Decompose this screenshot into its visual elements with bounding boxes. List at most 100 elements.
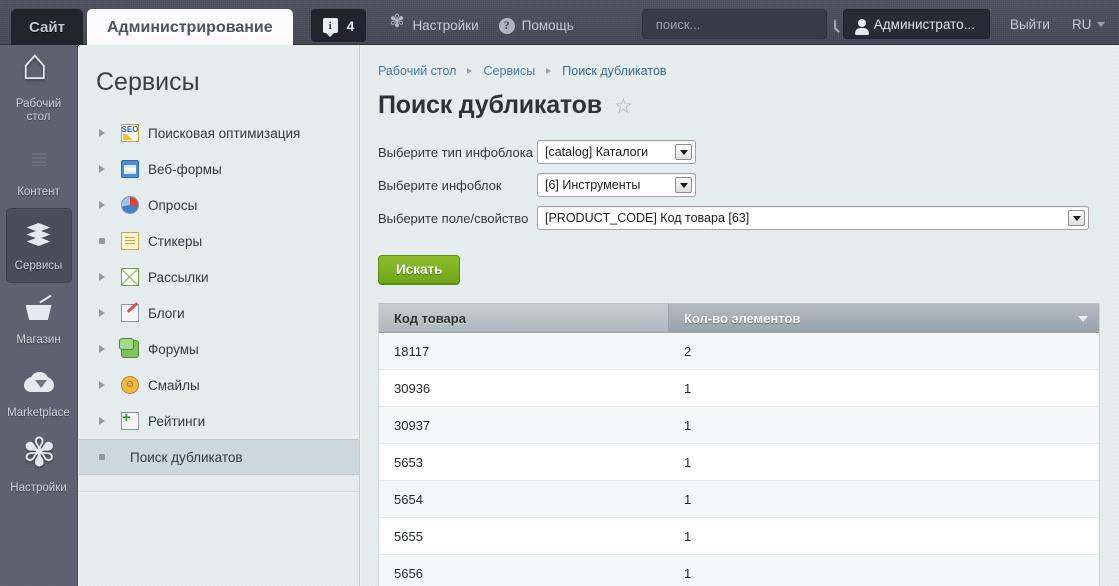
gear-icon: [389, 12, 405, 33]
rail-item-content-label: Контент: [17, 186, 60, 198]
rail-item-marketplace-label: Marketplace: [7, 407, 70, 419]
chevron-down-icon[interactable]: [1068, 210, 1085, 226]
tree-item-mailings[interactable]: Рассылки: [79, 259, 359, 295]
settings-link[interactable]: Настройки: [389, 9, 479, 42]
tree-item-label: Смайлы: [148, 377, 200, 393]
rail-item-settings-label: Настройки: [10, 482, 67, 494]
tree-title: Сервисы: [96, 68, 200, 96]
table-row[interactable]: 30937 1: [379, 407, 1099, 444]
cell-count: 1: [684, 565, 692, 581]
tree-item-blogs[interactable]: Блоги: [79, 295, 359, 331]
person-icon: [854, 18, 869, 35]
help-label: Помощь: [521, 18, 574, 33]
expander-arrow-icon[interactable]: [99, 201, 113, 209]
tab-admin[interactable]: Администрирование: [86, 9, 293, 46]
rail-item-services-label: Сервисы: [14, 260, 63, 272]
cell-count: 1: [684, 380, 692, 396]
table-header-row: Код товара Кол-во элементов: [379, 303, 1099, 333]
user-label: Администрато...: [873, 16, 975, 32]
page-title: Поиск дубликатов: [378, 91, 602, 119]
expander-arrow-icon[interactable]: [99, 417, 113, 425]
column-header-count[interactable]: Кол-во элементов: [669, 303, 1099, 333]
iblock-label: Выберите инфоблок: [378, 177, 502, 193]
expander-dot-icon: [99, 454, 113, 460]
tree-item-forums[interactable]: Форумы: [79, 331, 359, 367]
breadcrumb: Рабочий стол Сервисы Поиск дубликатов: [378, 64, 1119, 78]
tree-item-label: Веб-формы: [148, 161, 222, 177]
table-row[interactable]: 5656 1: [379, 555, 1099, 586]
chevron-down-icon[interactable]: [675, 177, 692, 193]
table-row[interactable]: 30936 1: [379, 370, 1099, 407]
iblock-value: [6] Инструменты: [545, 178, 641, 192]
breadcrumb-item-desktop[interactable]: Рабочий стол: [378, 64, 456, 78]
language-label: RU: [1071, 16, 1092, 32]
search-submit-button[interactable]: Искать: [378, 255, 461, 285]
cart-icon: [22, 297, 56, 327]
forum-bubbles-icon: [119, 338, 139, 358]
field-property-select[interactable]: [PRODUCT_CODE] Код товара [63]: [537, 206, 1089, 230]
rail-item-shop-label: Магазин: [16, 334, 61, 346]
blog-pencil-icon: [121, 304, 139, 322]
search-icon[interactable]: [833, 18, 836, 30]
settings-label: Настройки: [412, 18, 479, 33]
tree-item-stickers[interactable]: Стикеры: [79, 223, 359, 259]
breadcrumb-separator-icon: [546, 68, 552, 74]
tree-item-ratings[interactable]: Рейтинги: [79, 403, 359, 439]
notifications-button[interactable]: i 4: [310, 9, 367, 42]
rail-item-marketplace[interactable]: Marketplace: [0, 356, 77, 429]
tree-item-seo[interactable]: SEO Поисковая оптимизация: [79, 115, 359, 151]
info-icon: i: [322, 18, 338, 37]
table-row[interactable]: 5655 1: [379, 518, 1099, 555]
chevron-down-icon[interactable]: [675, 144, 692, 160]
cell-code: 30936: [394, 380, 431, 396]
duplicate-search-form: Выберите тип инфоблока [catalog] Каталог…: [378, 140, 1119, 230]
table-row[interactable]: 5654 1: [379, 481, 1099, 518]
rail-item-services[interactable]: Сервисы: [5, 208, 72, 283]
cell-code: 5655: [394, 528, 423, 544]
expander-dot-icon[interactable]: [99, 238, 113, 244]
iblock-select[interactable]: [6] Инструменты: [537, 173, 696, 197]
tree-item-label: Блоги: [148, 305, 185, 321]
tree-item-webforms[interactable]: Веб-формы: [79, 151, 359, 187]
rail-item-shop[interactable]: Магазин: [0, 283, 77, 356]
cell-code: 5654: [394, 491, 423, 507]
rail-item-desktop[interactable]: Рабочийстол: [0, 43, 77, 133]
logout-link[interactable]: Выйти: [1010, 9, 1050, 39]
expander-arrow-icon[interactable]: [99, 165, 113, 173]
rail-item-settings[interactable]: Настройки: [0, 429, 77, 504]
help-link[interactable]: ? Помощь: [498, 9, 574, 42]
layers-icon: [22, 223, 56, 253]
rail-item-content[interactable]: Контент: [0, 133, 77, 208]
search-box[interactable]: [641, 9, 836, 39]
poll-pie-icon: [121, 196, 139, 214]
gear-icon: [22, 433, 57, 475]
sort-desc-icon[interactable]: [1078, 316, 1088, 322]
table-row[interactable]: 18117 2: [379, 333, 1099, 370]
iblock-type-select[interactable]: [catalog] Каталоги: [537, 140, 696, 164]
search-input[interactable]: [653, 15, 834, 33]
breadcrumb-item-services[interactable]: Сервисы: [483, 64, 535, 78]
favorite-star-icon[interactable]: ☆: [614, 96, 633, 117]
table-row[interactable]: 5653 1: [379, 444, 1099, 481]
column-header-code[interactable]: Код товара: [379, 303, 669, 333]
tree-item-smiles[interactable]: ☺ Смайлы: [79, 367, 359, 403]
cell-count: 1: [684, 454, 692, 470]
tree-item-label: Рейтинги: [148, 413, 206, 429]
webform-icon: [121, 160, 139, 178]
expander-arrow-icon[interactable]: [99, 381, 113, 389]
tree-item-duplicate-search[interactable]: Поиск дубликатов: [79, 439, 359, 475]
expander-arrow-icon[interactable]: [99, 129, 113, 137]
cell-count: 1: [684, 417, 692, 433]
expander-arrow-icon[interactable]: [99, 273, 113, 281]
tree-item-polls[interactable]: Опросы: [79, 187, 359, 223]
form-row-field-property: Выберите поле/свойство [PRODUCT_CODE] Ко…: [378, 206, 1119, 230]
expander-arrow-icon[interactable]: [99, 309, 113, 317]
results-table: Код товара Кол-во элементов 18117 2 3093…: [378, 303, 1100, 586]
form-row-iblock: Выберите инфоблок [6] Инструменты: [378, 173, 1119, 197]
language-selector[interactable]: RU: [1072, 9, 1106, 39]
expander-arrow-icon[interactable]: [99, 345, 113, 353]
question-icon: ?: [498, 17, 515, 34]
user-menu-button[interactable]: Администрато...: [842, 9, 990, 39]
rating-plus-icon: [121, 410, 139, 430]
home-icon: [22, 43, 56, 91]
